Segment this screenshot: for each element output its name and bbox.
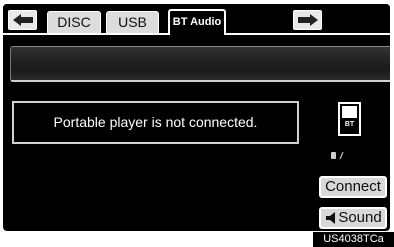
- tab-bar: DISC USB BT Audio: [3, 4, 390, 35]
- bluetooth-device-icon: BT: [338, 102, 361, 136]
- bt-icon-label: BT: [344, 121, 355, 128]
- device-screen-graphic: [342, 106, 357, 118]
- sound-button[interactable]: Sound: [319, 207, 387, 229]
- speaker-icon: [326, 212, 335, 224]
- connect-button[interactable]: Connect: [319, 176, 387, 198]
- tab-disc[interactable]: DISC: [47, 11, 101, 33]
- left-arrow-icon: [13, 14, 33, 26]
- signal-strength-icon: [339, 151, 344, 160]
- prev-source-button[interactable]: [8, 10, 37, 30]
- next-source-button[interactable]: [293, 10, 322, 30]
- battery-icon: [331, 152, 336, 159]
- sound-button-label: Sound: [338, 209, 382, 226]
- active-tab-gap: [170, 33, 224, 35]
- track-info-bar: [10, 46, 390, 82]
- audio-screen: DISC USB BT Audio Portable player is not…: [3, 4, 390, 231]
- figure-code-label: US4038TCa: [313, 232, 394, 247]
- right-arrow-icon: [298, 14, 318, 26]
- tab-usb[interactable]: USB: [106, 11, 159, 33]
- connection-status-message: Portable player is not connected.: [12, 101, 299, 144]
- tab-bt-audio[interactable]: BT Audio: [168, 9, 226, 35]
